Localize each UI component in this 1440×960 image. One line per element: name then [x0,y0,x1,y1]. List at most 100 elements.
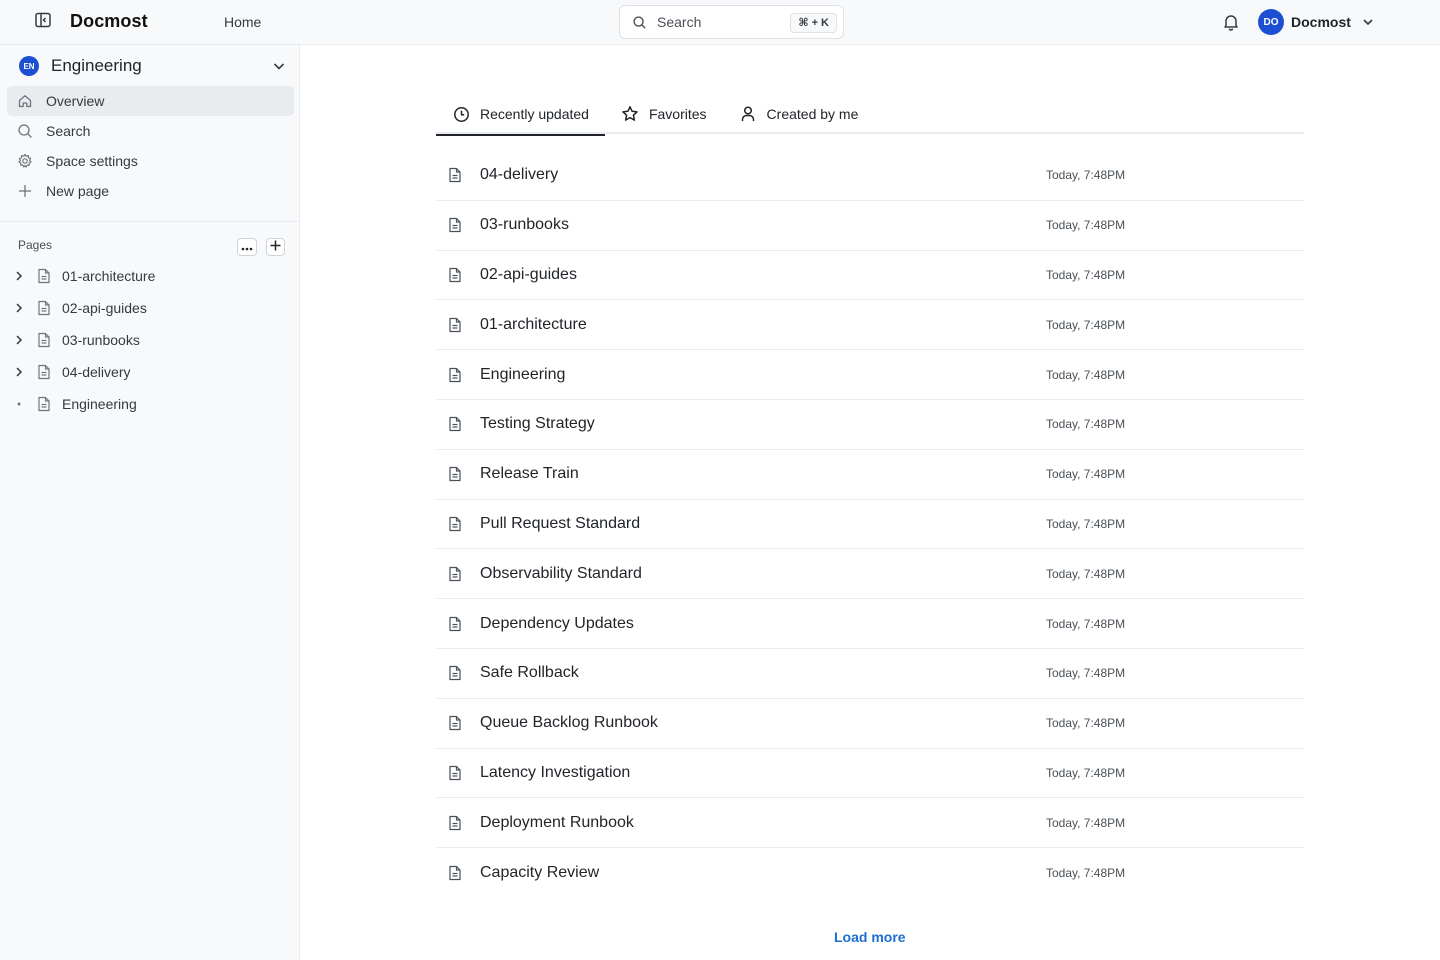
tab-label: Favorites [648,106,707,122]
document-icon [447,317,463,333]
page-title: Pull Request Standard [480,514,641,532]
updated-timestamp: Today, 7:48PM [1046,218,1126,233]
home-link[interactable]: Home [224,14,261,30]
pages-more-button[interactable] [237,238,257,256]
list-item[interactable]: Release Train Today, 7:48PM [436,450,1304,500]
chevron-right-icon[interactable] [10,331,28,349]
nav-item-label: Overview [46,93,105,109]
sidebar: EN Engineering Overview Search Space set… [0,45,300,960]
top-header: Docmost Home Search ⌘ + K DO Docmost [0,0,1440,45]
load-more-button[interactable]: Load more [834,929,906,945]
tree-item[interactable]: 02-api-guides [10,292,292,324]
nav-item-label: Space settings [46,153,138,169]
page-title: Safe Rollback [480,664,579,682]
list-item[interactable]: Engineering Today, 7:48PM [436,350,1304,400]
nav-item-label: New page [46,183,110,199]
list-item[interactable]: 03-runbooks Today, 7:48PM [436,201,1304,251]
search-input[interactable]: Search ⌘ + K [619,5,844,39]
updated-timestamp: Today, 7:48PM [1046,467,1126,482]
updated-timestamp: Today, 7:48PM [1046,716,1126,731]
list-item[interactable]: Testing Strategy Today, 7:48PM [436,400,1304,450]
list-item[interactable]: Dependency Updates Today, 7:48PM [436,599,1304,649]
notifications-button[interactable] [1221,12,1241,32]
updated-timestamp: Today, 7:48PM [1046,616,1126,631]
sidebar-toggle-button[interactable] [33,12,53,32]
document-icon [447,217,463,233]
document-icon [447,715,463,731]
nav-item-space-settings[interactable]: Space settings [7,146,294,176]
list-item[interactable]: 04-delivery Today, 7:48PM [436,151,1304,201]
tree-item-label: 03-runbooks [62,332,140,348]
updated-timestamp: Today, 7:48PM [1046,866,1126,881]
bell-icon [1221,15,1241,36]
chevron-right-icon[interactable] [10,299,28,317]
document-icon [447,865,463,881]
document-icon [447,665,463,681]
nav-item-search[interactable]: Search [7,116,294,146]
tree-item[interactable]: Engineering [10,388,292,420]
updated-timestamp: Today, 7:48PM [1046,267,1126,282]
plus-icon [17,183,33,199]
nav-item-overview[interactable]: Overview [7,86,294,116]
page-title: 02-api-guides [480,265,577,283]
add-page-button[interactable] [266,238,285,256]
list-item[interactable]: Deployment Runbook Today, 7:48PM [436,798,1304,849]
space-switcher[interactable]: EN Engineering [8,51,292,81]
sidebar-divider [0,221,300,222]
updated-timestamp: Today, 7:48PM [1046,417,1126,432]
bullet-dot-icon [10,395,28,413]
page-title: Dependency Updates [480,614,634,632]
updated-timestamp: Today, 7:48PM [1046,516,1126,531]
updated-timestamp: Today, 7:48PM [1046,367,1126,382]
document-icon [447,416,463,432]
document-icon [447,367,463,383]
clock-icon [452,105,470,123]
search-placeholder: Search [657,14,702,30]
tree-item-label: 02-api-guides [62,300,147,316]
chevron-right-icon[interactable] [10,267,28,285]
list-item[interactable]: Capacity Review Today, 7:48PM [436,848,1304,898]
list-item[interactable]: Latency Investigation Today, 7:48PM [436,749,1304,799]
document-icon [447,167,463,183]
dots-icon [241,238,253,256]
list-item[interactable]: Safe Rollback Today, 7:48PM [436,649,1304,699]
space-name: Engineering [51,56,142,75]
list-item[interactable]: Pull Request Standard Today, 7:48PM [436,500,1304,550]
list-item[interactable]: Queue Backlog Runbook Today, 7:48PM [436,699,1304,749]
user-icon [739,105,757,123]
user-menu[interactable]: DO Docmost [1258,9,1375,35]
space-nav: Overview Search Space settings New page [7,86,294,206]
tree-item-label: 01-architecture [62,268,156,284]
tree-item[interactable]: 03-runbooks [10,324,292,356]
list-item[interactable]: 01-architecture Today, 7:48PM [436,300,1304,351]
recent-pages-list: 04-delivery Today, 7:48PM 03-runbooks Today… [436,151,1304,898]
nav-item-label: Search [46,123,91,139]
document-icon [36,396,52,412]
tree-item[interactable]: 04-delivery [10,356,292,388]
chevron-right-icon[interactable] [10,363,28,381]
list-item[interactable]: 02-api-guides Today, 7:48PM [436,251,1304,301]
app-title[interactable]: Docmost [70,11,148,32]
page-title: Deployment Runbook [480,813,634,831]
page-title: Engineering [480,365,566,383]
space-avatar: EN [19,56,39,76]
search-icon [17,123,33,139]
page-title: Latency Investigation [480,763,631,781]
page-title: 03-runbooks [480,216,569,234]
chevron-down-icon [1361,15,1375,29]
page-title: Testing Strategy [480,415,595,433]
star-icon [621,105,639,123]
nav-item-new-page[interactable]: New page [7,176,294,206]
tab-favorites[interactable]: Favorites [605,94,723,134]
page-title: Release Train [480,465,579,483]
gear-icon [17,153,33,169]
tree-item-label: 04-delivery [62,364,131,380]
document-icon [36,332,52,348]
plus-icon [270,238,281,256]
avatar: DO [1258,9,1284,35]
tab-recently-updated[interactable]: Recently updated [436,94,605,136]
list-item[interactable]: Observability Standard Today, 7:48PM [436,549,1304,600]
tab-created-by-me[interactable]: Created by me [723,94,875,134]
page-title: Queue Backlog Runbook [480,714,658,732]
tree-item[interactable]: 01-architecture [10,260,292,292]
